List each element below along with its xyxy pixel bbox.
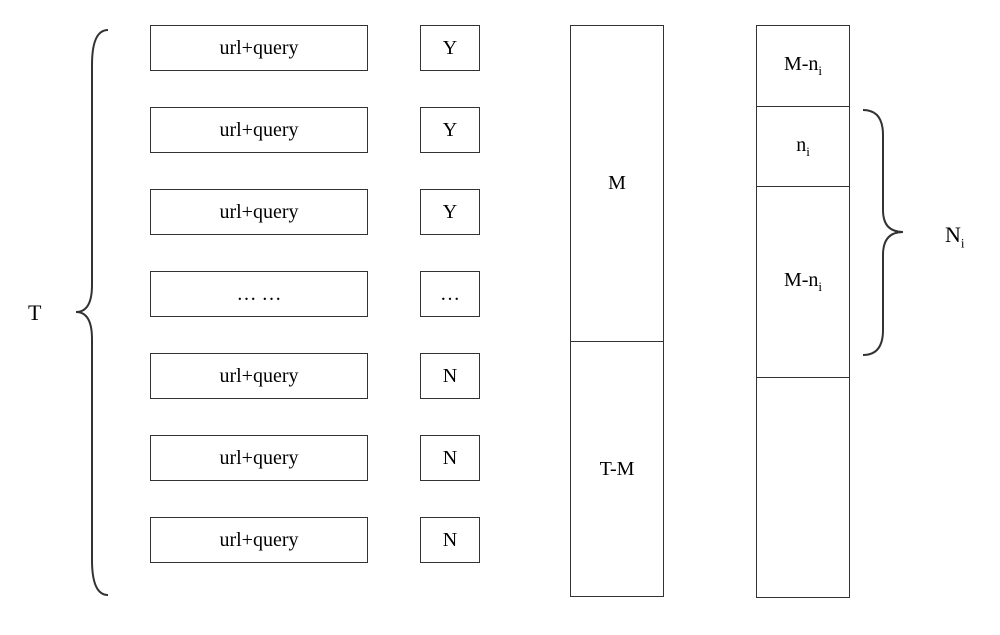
- column-1: url+query url+query url+query … … url+qu…: [150, 25, 368, 599]
- mn-text: M-ni: [784, 53, 822, 79]
- mn-text: M-ni: [784, 269, 822, 295]
- flag-box: Y: [420, 25, 480, 71]
- flag-box: N: [420, 517, 480, 563]
- right-brace-icon: [855, 105, 915, 360]
- url-query-box: url+query: [150, 517, 368, 563]
- empty-box: [756, 378, 850, 598]
- n-text: ni: [796, 134, 810, 160]
- n-box: ni: [756, 107, 850, 187]
- tm-box: T-M: [570, 342, 664, 597]
- url-query-box: url+query: [150, 25, 368, 71]
- column-4: M-ni ni M-ni: [756, 25, 850, 598]
- flag-box: Y: [420, 189, 480, 235]
- url-query-box: url+query: [150, 189, 368, 235]
- flag-box: N: [420, 353, 480, 399]
- url-query-box: url+query: [150, 107, 368, 153]
- m-box: M: [570, 25, 664, 342]
- ni-label: Ni: [945, 222, 965, 251]
- flag-box: Y: [420, 107, 480, 153]
- column-2: Y Y Y … N N N: [420, 25, 480, 599]
- column-3: M T-M: [570, 25, 664, 597]
- url-query-box: url+query: [150, 435, 368, 481]
- t-label: T: [28, 300, 41, 326]
- flag-box: N: [420, 435, 480, 481]
- ellipsis-box: … …: [150, 271, 368, 317]
- mn-box-2: M-ni: [756, 187, 850, 378]
- ellipsis-box: …: [420, 271, 480, 317]
- mn-box-1: M-ni: [756, 25, 850, 107]
- url-query-box: url+query: [150, 353, 368, 399]
- left-brace-icon: [70, 25, 120, 600]
